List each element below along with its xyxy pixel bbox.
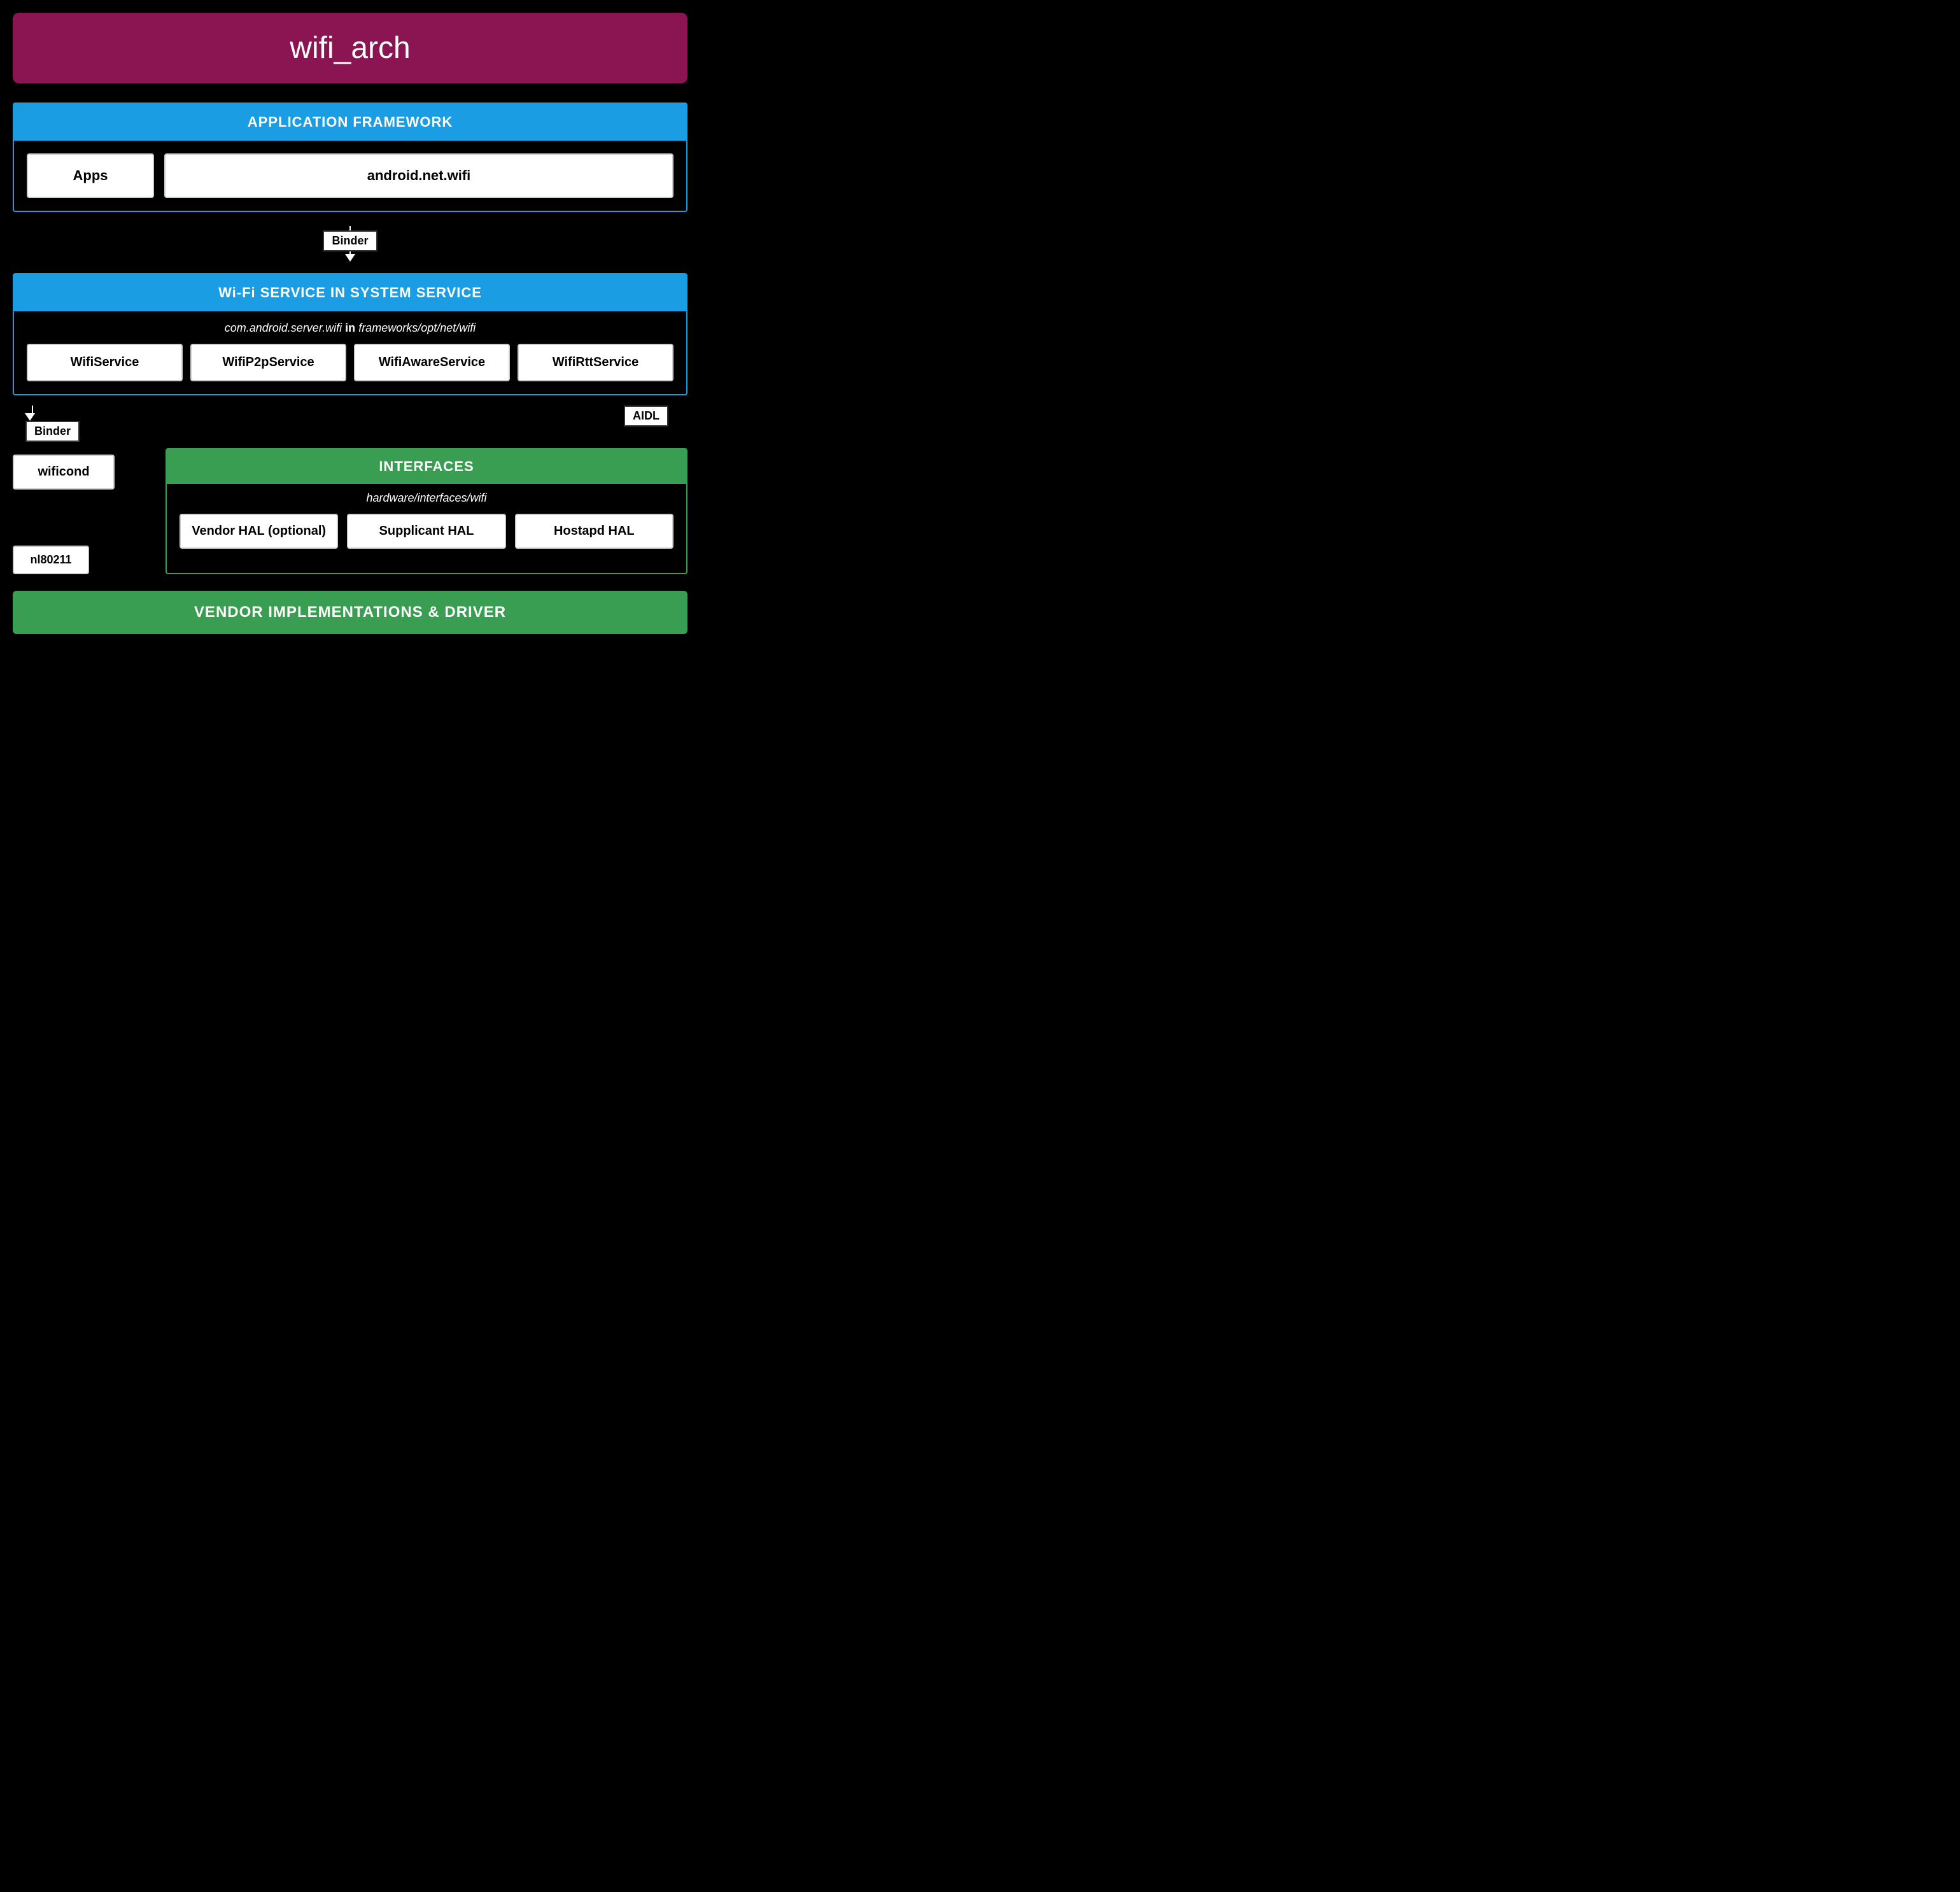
wifi-service-section: Wi-Fi SERVICE IN SYSTEM SERVICE com.andr… xyxy=(13,273,687,395)
wifi-service-header: Wi-Fi SERVICE IN SYSTEM SERVICE xyxy=(14,274,686,311)
interfaces-row: wificond nl80211 INTERFACES hardware/int… xyxy=(13,448,687,574)
android-net-wifi-box: android.net.wifi xyxy=(164,153,673,198)
app-framework-header: APPLICATION FRAMEWORK xyxy=(14,104,686,141)
wifi-service-content: com.android.server.wifi in frameworks/op… xyxy=(14,311,686,394)
binder1-connector: Binder xyxy=(13,212,687,273)
vendor-bar: VENDOR IMPLEMENTATIONS & DRIVER xyxy=(13,591,687,634)
binder1-label: Binder xyxy=(323,230,377,251)
wifi-p2p-service-box: WifiP2pService xyxy=(190,344,346,381)
hal-row: Vendor HAL (optional) Supplicant HAL Hos… xyxy=(180,514,673,549)
interfaces-sublabel: hardware/interfaces/wifi xyxy=(180,491,673,505)
wifi-rtt-service-box: WifiRttService xyxy=(518,344,673,381)
apps-box: Apps xyxy=(27,153,154,198)
aidl-connector: AIDL xyxy=(166,402,687,427)
aidl-label: AIDL xyxy=(624,406,668,427)
middle-connectors: Binder AIDL xyxy=(13,395,687,448)
vendor-hal-box: Vendor HAL (optional) xyxy=(180,514,338,549)
supplicant-hal-box: Supplicant HAL xyxy=(347,514,505,549)
interfaces-content: hardware/interfaces/wifi Vendor HAL (opt… xyxy=(167,484,686,561)
services-row: WifiService WifiP2pService WifiAwareServ… xyxy=(27,344,673,381)
interfaces-panel: INTERFACES hardware/interfaces/wifi Vend… xyxy=(166,448,687,574)
app-framework-section: APPLICATION FRAMEWORK Apps android.net.w… xyxy=(13,102,687,212)
app-framework-content: Apps android.net.wifi xyxy=(14,141,686,211)
wifi-aware-service-box: WifiAwareService xyxy=(354,344,510,381)
hostapd-hal-box: Hostapd HAL xyxy=(515,514,673,549)
title-bar: wifi_arch xyxy=(13,13,687,83)
binder2-connector: Binder xyxy=(13,402,166,442)
binder2-label: Binder xyxy=(25,421,80,442)
nl80211-box: nl80211 xyxy=(13,546,89,574)
interfaces-header: INTERFACES xyxy=(167,449,686,484)
page-title: wifi_arch xyxy=(38,31,662,66)
main-content: APPLICATION FRAMEWORK Apps android.net.w… xyxy=(0,83,700,653)
wifi-service-sublabel: com.android.server.wifi in frameworks/op… xyxy=(27,321,673,335)
wificond-column: wificond nl80211 xyxy=(13,448,166,574)
wifi-service-box: WifiService xyxy=(27,344,183,381)
wificond-box: wificond xyxy=(13,455,115,490)
